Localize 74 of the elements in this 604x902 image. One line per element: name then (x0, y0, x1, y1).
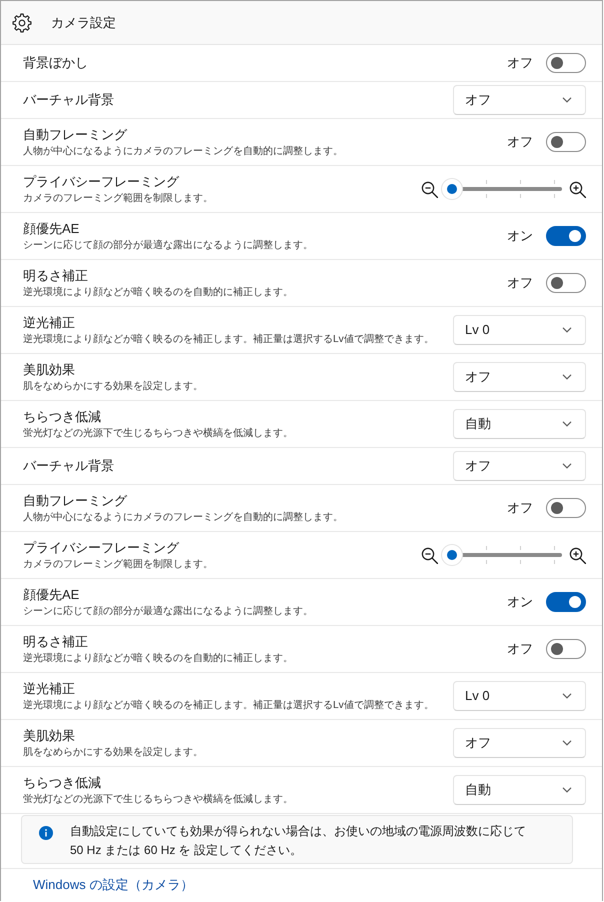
setting-title: バーチャル背景 (23, 457, 114, 475)
info-icon (39, 826, 53, 840)
setting-description: シーンに応じて顔の部分が最適な露出になるように調整します。 (23, 238, 313, 252)
toggle-status-text: オン (507, 593, 533, 612)
setting-description: カメラのフレーミング範囲を制限します。 (23, 192, 213, 206)
toggle-status-text: オフ (507, 640, 533, 658)
setting-description: カメラのフレーミング範囲を制限します。 (23, 558, 213, 572)
setting-title: 美肌効果 (23, 726, 76, 744)
toggle-status-text: オフ (507, 133, 533, 152)
dropdown[interactable]: オフ (453, 728, 586, 758)
setting-title: 明るさ補正 (23, 632, 89, 650)
setting-description: 逆光環境により顔などが暗く映るのを自動的に補正します。 (23, 652, 293, 666)
toggle-switch[interactable] (546, 273, 586, 293)
zoom-in-icon[interactable] (569, 180, 586, 198)
setting-title: 明るさ補正 (23, 266, 89, 284)
dropdown[interactable]: Lv 0 (453, 681, 586, 711)
caret-icon (562, 693, 572, 699)
toggle-switch[interactable] (546, 132, 586, 152)
settings-icon (12, 12, 32, 32)
zoom-out-icon[interactable] (421, 180, 438, 198)
setting-title: 顔優先AE (23, 586, 80, 604)
slider-thumb[interactable] (442, 545, 462, 565)
setting-title: 逆光補正 (23, 680, 76, 698)
toggle-status-text: オフ (507, 499, 533, 518)
setting-title: 自動フレーミング (23, 126, 128, 144)
zoom-out-icon[interactable] (421, 546, 438, 564)
setting-title: 背景ぼかし (23, 54, 88, 72)
toggle-switch[interactable] (546, 53, 586, 73)
zoom-in-icon[interactable] (569, 546, 586, 564)
setting-description: 逆光環境により顔などが暗く映るのを補正します。補正量は選択するLv値で調整できます。 (23, 698, 434, 712)
caret-icon (562, 787, 572, 793)
window-title: カメラ設定 (51, 14, 116, 32)
setting-title: 逆光補正 (23, 314, 76, 332)
toggle-switch[interactable] (546, 226, 586, 246)
dropdown[interactable]: 自動 (453, 775, 586, 805)
dropdown[interactable]: 自動 (453, 409, 586, 439)
toggle-switch[interactable] (546, 592, 586, 612)
toggle-status-text: オフ (507, 54, 533, 72)
caret-icon (562, 327, 572, 333)
setting-description: 肌をなめらかにする効果を設定します。 (23, 380, 203, 394)
toggle-status-text: オン (507, 227, 533, 246)
caret-icon (562, 463, 572, 469)
slider-track[interactable] (442, 545, 564, 565)
setting-title: ちらつき低減 (23, 408, 102, 426)
setting-description: シーンに応じて顔の部分が最適な露出になるように調整します。 (23, 604, 313, 618)
caret-icon (562, 374, 572, 380)
dropdown[interactable]: オフ (453, 451, 586, 481)
setting-title: 美肌効果 (23, 360, 76, 378)
caret-icon (562, 421, 572, 427)
setting-title: バーチャル背景 (23, 91, 114, 109)
setting-title: プライバシーフレーミング (23, 538, 180, 556)
caret-icon (562, 97, 572, 103)
dropdown[interactable]: オフ (453, 85, 586, 115)
setting-description: 逆光環境により顔などが暗く映るのを補正します。補正量は選択するLv値で調整できます。 (23, 332, 434, 346)
setting-description: 人物が中心になるようにカメラのフレーミングを自動的に調整します。 (23, 144, 343, 158)
setting-title: 顔優先AE (23, 220, 80, 238)
slider-track[interactable] (442, 179, 564, 199)
setting-title: プライバシーフレーミング (23, 172, 180, 190)
settings-link[interactable]: Windows の設定（カメラ） (33, 875, 194, 895)
slider-thumb[interactable] (442, 179, 462, 199)
setting-title: 自動フレーミング (23, 492, 128, 510)
toggle-switch[interactable] (546, 498, 586, 518)
setting-title: ちらつき低減 (23, 774, 102, 792)
dropdown[interactable]: オフ (453, 362, 586, 392)
caret-icon (562, 740, 572, 746)
setting-description: 逆光環境により顔などが暗く映るのを自動的に補正します。 (23, 286, 293, 300)
setting-description: 肌をなめらかにする効果を設定します。 (23, 746, 203, 760)
setting-description: 蛍光灯などの光源下で生じるちらつきや横縞を低減します。 (23, 426, 293, 440)
setting-description: 蛍光灯などの光源下で生じるちらつきや横縞を低減します。 (23, 792, 293, 806)
toggle-switch[interactable] (546, 639, 586, 659)
setting-description: 人物が中心になるようにカメラのフレーミングを自動的に調整します。 (23, 510, 343, 524)
info-text: 自動設定にしていても効果が得られない場合は、お使いの地域の電源周波数に応じて 50 Hz または 60 Hz を 設定してください。 (70, 823, 526, 859)
dropdown[interactable]: Lv 0 (453, 315, 586, 345)
toggle-status-text: オフ (507, 274, 533, 292)
